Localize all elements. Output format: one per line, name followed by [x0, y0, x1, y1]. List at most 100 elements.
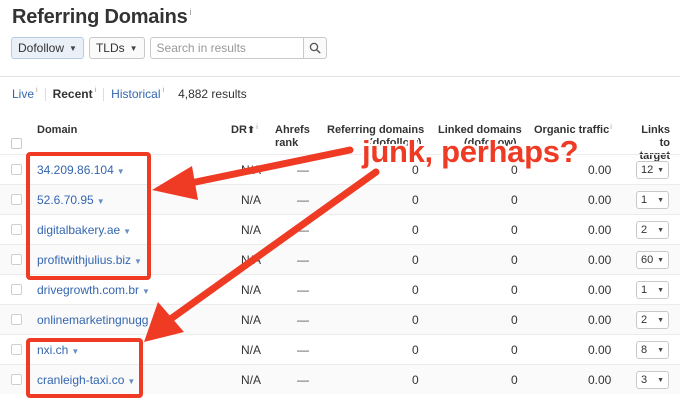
- info-icon[interactable]: i: [95, 87, 97, 94]
- info-icon[interactable]: i: [190, 7, 192, 17]
- links-to-target-select[interactable]: 60 ▼: [636, 251, 669, 269]
- rank-value: —: [297, 193, 309, 207]
- column-dr[interactable]: DR⬆i: [231, 124, 258, 138]
- table-body: 34.209.86.104 ▼ N/A — 0 0 0.00 12 ▼ 52.6.7…: [0, 154, 680, 394]
- links-value: 8: [641, 344, 648, 356]
- table-row: nxi.ch ▼ N/A — 0 0 0.00 8 ▼: [0, 334, 680, 364]
- domain-text: 52.6.70.95: [37, 193, 94, 207]
- linked-domains-value: 0: [511, 343, 518, 357]
- tab-live[interactable]: Live: [12, 87, 34, 101]
- chevron-down-icon: ▼: [657, 376, 664, 384]
- domain-link[interactable]: nxi.ch ▼: [37, 343, 79, 357]
- title-row: Referring Domains i: [12, 6, 192, 29]
- info-icon[interactable]: i: [610, 124, 612, 131]
- table-row: digitalbakery.ae ▼ N/A — 0 0 0.00 2 ▼: [0, 214, 680, 244]
- traffic-value: 0.00: [588, 193, 612, 207]
- row-checkbox[interactable]: [11, 374, 22, 385]
- links-to-target-select[interactable]: 1 ▼: [636, 191, 669, 209]
- links-to-target-select[interactable]: 2 ▼: [636, 311, 669, 329]
- chevron-down-icon[interactable]: ▼: [97, 197, 105, 206]
- linked-domains-value: 0: [511, 253, 518, 267]
- chevron-down-icon: ▼: [657, 256, 664, 264]
- chevron-down-icon[interactable]: ▼: [71, 347, 79, 356]
- info-icon[interactable]: i: [256, 124, 258, 131]
- dr-value: N/A: [241, 223, 262, 237]
- linked-domains-value: 0: [511, 373, 518, 387]
- rank-value: —: [297, 163, 309, 177]
- domain-text: nxi.ch: [37, 343, 69, 357]
- table-row: 52.6.70.95 ▼ N/A — 0 0 0.00 1 ▼: [0, 184, 680, 214]
- links-value: 12: [641, 164, 654, 176]
- links-to-target-select[interactable]: 2 ▼: [636, 221, 669, 239]
- links-to-target-select[interactable]: 1 ▼: [636, 281, 669, 299]
- traffic-value: 0.00: [588, 163, 612, 177]
- row-checkbox[interactable]: [11, 314, 22, 325]
- ref-domains-value: 0: [412, 283, 419, 297]
- links-to-target-select[interactable]: 12 ▼: [636, 161, 669, 179]
- chevron-down-icon: ▼: [657, 226, 664, 234]
- ref-domains-value: 0: [412, 343, 419, 357]
- domain-link[interactable]: drivegrowth.com.br ▼: [37, 283, 150, 297]
- links-value: 1: [641, 194, 648, 206]
- rank-value: —: [297, 313, 309, 327]
- domain-text: digitalbakery.ae: [37, 223, 121, 237]
- domain-text: onlinemarketingnugg: [37, 313, 149, 327]
- rank-value: —: [297, 223, 309, 237]
- domain-link[interactable]: 34.209.86.104 ▼: [37, 163, 125, 177]
- ref-domains-value: 0: [412, 313, 419, 327]
- domain-link[interactable]: digitalbakery.ae ▼: [37, 223, 131, 237]
- links-value: 60: [641, 254, 654, 266]
- column-domain[interactable]: Domain: [37, 124, 77, 137]
- traffic-value: 0.00: [588, 343, 612, 357]
- column-dr-label: DR: [231, 124, 247, 136]
- tab-historical[interactable]: Historical: [111, 87, 160, 101]
- ref-domains-value: 0: [412, 253, 419, 267]
- table-row: onlinemarketingnugg ▼ N/A — 0 0 0.00 2 ▼: [0, 304, 680, 334]
- domain-link[interactable]: 52.6.70.95 ▼: [37, 193, 105, 207]
- links-to-target-select[interactable]: 3 ▼: [636, 371, 669, 389]
- row-checkbox[interactable]: [11, 224, 22, 235]
- row-checkbox[interactable]: [11, 164, 22, 175]
- chevron-down-icon[interactable]: ▼: [117, 167, 125, 176]
- column-ahrefs-rank-line2: rank: [275, 137, 299, 149]
- search-button[interactable]: [302, 37, 327, 59]
- ref-domains-value: 0: [412, 223, 419, 237]
- links-value: 2: [641, 224, 648, 236]
- table-row: profitwithjulius.biz ▼ N/A — 0 0 0.00 60 ▼: [0, 244, 680, 274]
- domain-link[interactable]: profitwithjulius.biz ▼: [37, 253, 142, 267]
- chevron-down-icon: ▼: [657, 286, 664, 294]
- domain-link[interactable]: cranleigh-taxi.co ▼: [37, 373, 135, 387]
- dr-value: N/A: [241, 343, 262, 357]
- select-all-checkbox[interactable]: [11, 138, 22, 149]
- tlds-dropdown[interactable]: TLDs ▼: [88, 37, 145, 59]
- row-checkbox[interactable]: [11, 254, 22, 265]
- chevron-down-icon[interactable]: ▼: [127, 377, 135, 386]
- chevron-down-icon[interactable]: ▼: [134, 257, 142, 266]
- dr-value: N/A: [241, 283, 262, 297]
- domain-text: drivegrowth.com.br: [37, 283, 140, 297]
- linked-domains-value: 0: [511, 193, 518, 207]
- rank-value: —: [297, 253, 309, 267]
- tab-recent[interactable]: Recent: [53, 87, 93, 101]
- info-icon[interactable]: i: [36, 87, 38, 94]
- row-checkbox[interactable]: [11, 194, 22, 205]
- info-icon[interactable]: i: [163, 87, 165, 94]
- column-ahrefs-rank[interactable]: Ahrefs rank: [275, 124, 310, 150]
- dofollow-dropdown[interactable]: Dofollow ▼: [11, 37, 84, 59]
- chevron-down-icon[interactable]: ▼: [151, 317, 159, 326]
- links-to-target-select[interactable]: 8 ▼: [636, 341, 669, 359]
- dofollow-label: Dofollow: [18, 41, 65, 55]
- chevron-down-icon: ▼: [129, 43, 138, 53]
- chevron-down-icon[interactable]: ▼: [142, 287, 150, 296]
- row-checkbox[interactable]: [11, 344, 22, 355]
- links-value: 1: [641, 284, 648, 296]
- domain-link[interactable]: onlinemarketingnugg ▼: [37, 313, 159, 327]
- separator: [44, 87, 46, 101]
- domain-text: 34.209.86.104: [37, 163, 114, 177]
- dr-value: N/A: [241, 193, 262, 207]
- annotation-text: junk, perhaps?: [362, 134, 579, 169]
- search-input[interactable]: [149, 37, 303, 59]
- links-value: 2: [641, 314, 648, 326]
- chevron-down-icon[interactable]: ▼: [123, 227, 131, 236]
- row-checkbox[interactable]: [11, 284, 22, 295]
